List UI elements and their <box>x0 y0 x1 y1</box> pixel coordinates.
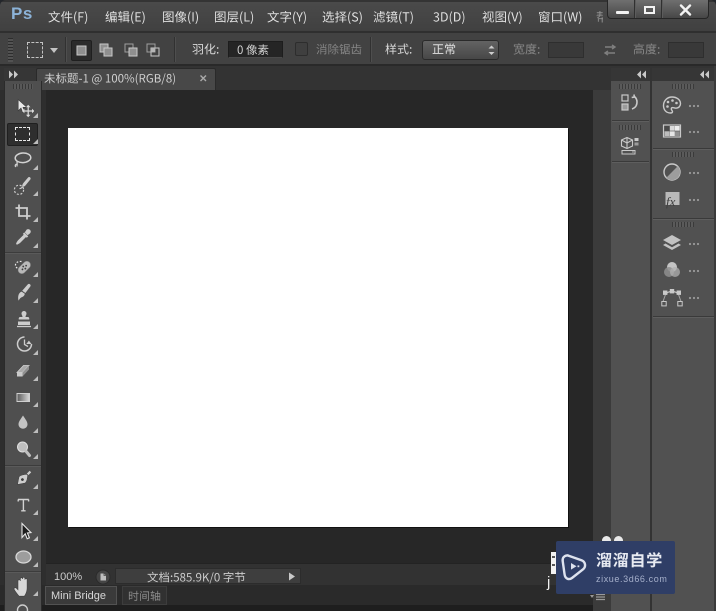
svg-text:fx: fx <box>666 194 676 209</box>
